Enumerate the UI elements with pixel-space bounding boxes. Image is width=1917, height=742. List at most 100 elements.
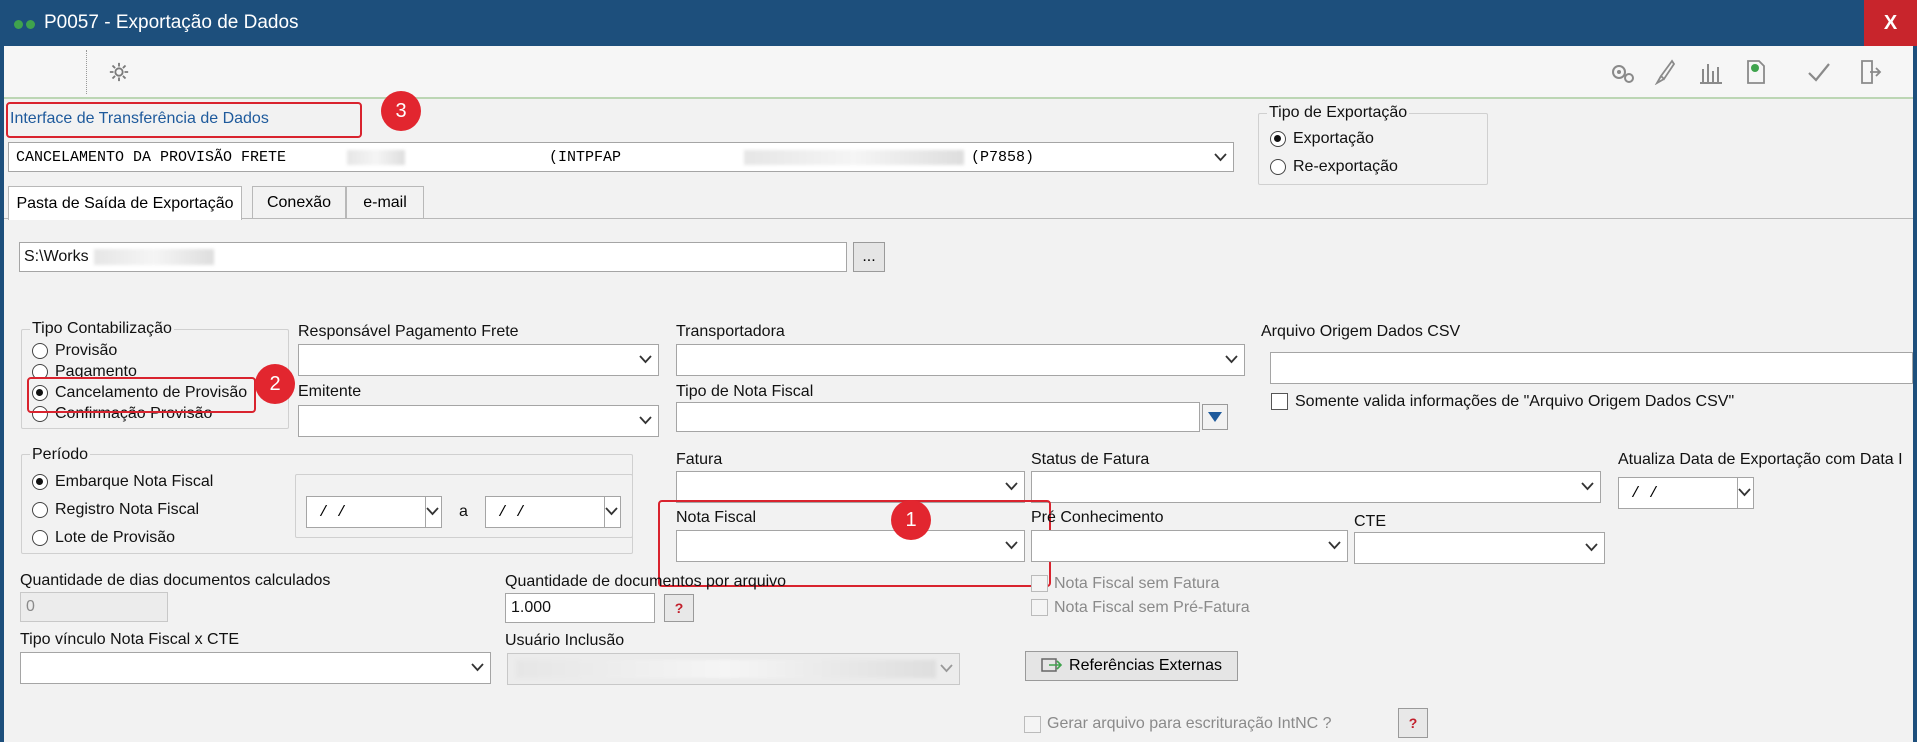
atualiza-data-label: Atualiza Data de Exportação com Data I	[1618, 451, 1903, 468]
window-title: P0057 - Exportação de Dados	[44, 12, 299, 33]
fatura-select[interactable]	[676, 471, 1025, 503]
close-button[interactable]: X	[1864, 0, 1917, 46]
window-frame-left	[0, 46, 4, 742]
tipo-nf-filter-button[interactable]	[1202, 404, 1228, 430]
tipo-nf-label: Tipo de Nota Fiscal	[676, 383, 814, 400]
date-from-value: / /	[319, 504, 347, 521]
chevron-down-icon[interactable]	[1580, 479, 1594, 493]
chevron-down-icon[interactable]	[1327, 538, 1341, 552]
gear-icon[interactable]	[104, 57, 134, 87]
qtd-docs-input[interactable]: 1.000	[505, 593, 655, 623]
chevron-down-icon[interactable]	[1737, 485, 1751, 499]
tab-email[interactable]: e-mail	[346, 186, 424, 218]
nf-sem-pre-fatura-label: Nota Fiscal sem Pré-Fatura	[1054, 599, 1250, 616]
tab-conexao[interactable]: Conexão	[252, 186, 346, 218]
radio-provisao[interactable]	[32, 343, 48, 359]
gerar-arquivo-checkbox[interactable]	[1024, 716, 1041, 733]
gerar-arquivo-label: Gerar arquivo para escrituração IntNC ?	[1047, 715, 1332, 732]
radio-provisao-label: Provisão	[55, 342, 118, 359]
radio-embarque-nf-label: Embarque Nota Fiscal	[55, 473, 214, 490]
radio-registro-nf[interactable]	[32, 502, 48, 518]
chevron-down-icon[interactable]	[604, 504, 618, 518]
transportadora-select[interactable]	[676, 344, 1245, 376]
interface-value-code: (INTPFAP	[549, 149, 622, 166]
status-fatura-select[interactable]	[1031, 471, 1601, 503]
exit-icon[interactable]	[1855, 57, 1885, 87]
gears-icon[interactable]	[1607, 57, 1637, 87]
chevron-down-icon[interactable]	[425, 504, 439, 518]
annotation-badge-1: 1	[891, 500, 931, 540]
redacted-text	[347, 150, 405, 165]
chevron-down-icon[interactable]	[1213, 150, 1227, 164]
annotation-badge-3: 3	[381, 91, 421, 131]
nf-sem-pre-fatura-checkbox[interactable]	[1031, 599, 1048, 616]
radio-embarque-nf[interactable]	[32, 474, 48, 490]
responsavel-label: Responsável Pagamento Frete	[298, 323, 519, 340]
date-from-input[interactable]: / /	[306, 496, 442, 528]
responsavel-select[interactable]	[298, 344, 659, 376]
gerar-arquivo-help-button[interactable]: ?	[1398, 708, 1428, 738]
external-refs-icon	[1041, 658, 1063, 672]
radio-re-exportacao[interactable]	[1270, 159, 1286, 175]
pre-conhecimento-label: Pré Conhecimento	[1031, 509, 1164, 526]
chevron-down-icon[interactable]	[1004, 479, 1018, 493]
toolbar-separator	[86, 50, 87, 94]
radio-re-exportacao-label: Re-exportação	[1293, 158, 1398, 175]
chevron-down-icon[interactable]	[470, 660, 484, 674]
radio-registro-nf-label: Registro Nota Fiscal	[55, 501, 200, 518]
chevron-down-icon[interactable]	[939, 661, 953, 675]
nf-sem-fatura-label: Nota Fiscal sem Fatura	[1054, 575, 1220, 592]
tipo-vinculo-label: Tipo vínculo Nota Fiscal x CTE	[20, 631, 240, 648]
pre-conhecimento-select[interactable]	[1031, 530, 1348, 562]
cte-select[interactable]	[1354, 532, 1605, 564]
referencias-externas-button[interactable]: Referências Externas	[1025, 651, 1238, 681]
tab-pasta-saida[interactable]: Pasta de Saída de Exportação	[8, 186, 242, 220]
check-icon[interactable]	[1804, 57, 1834, 87]
radio-lote-provisao[interactable]	[32, 530, 48, 546]
output-path-value: S:\Works	[24, 248, 89, 265]
somente-csv-checkbox[interactable]	[1271, 393, 1288, 410]
tipo-exportacao-title: Tipo de Exportação	[1267, 104, 1410, 122]
redacted-text	[744, 150, 964, 165]
cte-label: CTE	[1354, 513, 1386, 530]
radio-exportacao[interactable]	[1270, 131, 1286, 147]
chevron-down-icon[interactable]	[1224, 352, 1238, 366]
qtd-docs-label: Quantidade de documentos por arquivo	[505, 573, 787, 590]
emitente-select[interactable]	[298, 405, 659, 437]
referencias-externas-label: Referências Externas	[1069, 657, 1222, 674]
annotation-badge-2: 2	[255, 364, 295, 404]
usuario-inclusao-select[interactable]	[507, 653, 960, 685]
usuario-inclusao-label: Usuário Inclusão	[505, 632, 625, 649]
brush-icon[interactable]	[1650, 57, 1680, 87]
window-frame-right	[1913, 46, 1917, 742]
chevron-down-icon[interactable]	[638, 352, 652, 366]
date-to-input[interactable]: / /	[485, 496, 621, 528]
interface-select[interactable]: CANCELAMENTO DA PROVISÃO FRETE (INTPFAP …	[8, 142, 1234, 172]
browse-button[interactable]: ...	[853, 242, 885, 272]
triangle-down-icon	[1208, 412, 1222, 422]
qtd-dias-input[interactable]: 0	[20, 592, 168, 622]
annotation-box-2	[27, 377, 256, 413]
tab-divider	[4, 218, 1913, 219]
atualiza-date-value: / /	[1631, 485, 1659, 502]
output-path-input[interactable]: S:\Works	[19, 242, 847, 272]
fatura-label: Fatura	[676, 451, 723, 468]
date-separator: a	[459, 503, 468, 520]
chevron-down-icon[interactable]	[638, 413, 652, 427]
arquivo-csv-input[interactable]	[1270, 352, 1913, 384]
interface-value-program: (P7858)	[971, 149, 1035, 166]
chart-bars-icon[interactable]	[1696, 57, 1726, 87]
help-button[interactable]: ?	[664, 594, 694, 622]
chevron-down-icon[interactable]	[1584, 540, 1598, 554]
document-money-icon[interactable]	[1741, 57, 1771, 87]
somente-csv-label: Somente valida informações de "Arquivo O…	[1295, 393, 1735, 410]
interface-label: Interface de Transferência de Dados	[10, 110, 269, 127]
radio-exportacao-label: Exportação	[1293, 130, 1374, 147]
tipo-nf-input[interactable]	[676, 402, 1200, 432]
redacted-text	[94, 249, 214, 265]
atualiza-date-input[interactable]: / /	[1618, 477, 1754, 509]
tipo-vinculo-select[interactable]	[20, 652, 491, 684]
nf-sem-fatura-checkbox[interactable]	[1031, 575, 1048, 592]
date-to-value: / /	[498, 504, 526, 521]
emitente-label: Emitente	[298, 383, 362, 400]
